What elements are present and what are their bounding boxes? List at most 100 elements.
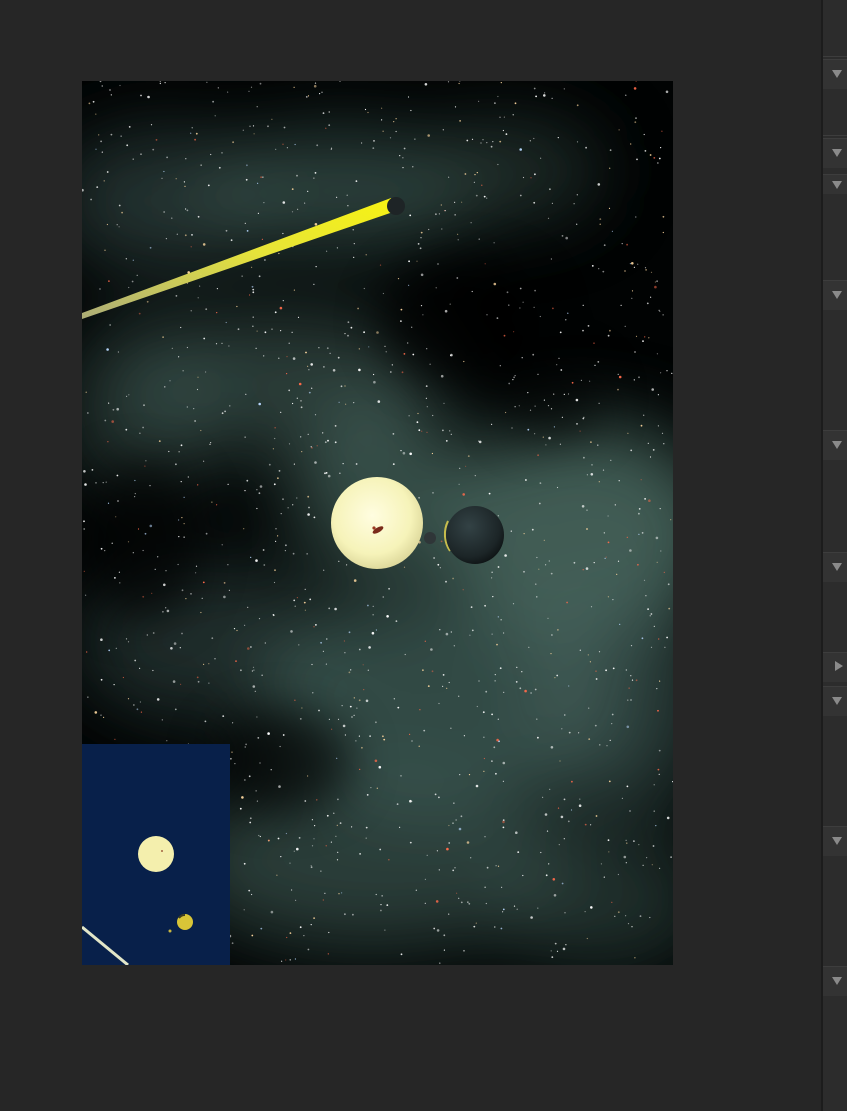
star bbox=[104, 249, 106, 251]
star bbox=[503, 116, 505, 118]
star bbox=[551, 202, 553, 204]
star bbox=[95, 148, 97, 150]
panel-section-5[interactable] bbox=[823, 430, 847, 460]
star bbox=[350, 326, 353, 329]
star bbox=[553, 393, 555, 395]
star bbox=[454, 214, 456, 216]
star bbox=[445, 440, 448, 442]
minimap[interactable] bbox=[82, 744, 230, 965]
star bbox=[289, 862, 291, 864]
star bbox=[186, 209, 189, 212]
star bbox=[150, 124, 153, 126]
star bbox=[163, 211, 165, 213]
star bbox=[561, 728, 563, 730]
star bbox=[260, 927, 263, 930]
star bbox=[303, 601, 306, 604]
star bbox=[338, 893, 340, 895]
star bbox=[627, 432, 629, 434]
star bbox=[640, 424, 643, 427]
star bbox=[544, 92, 546, 94]
star bbox=[431, 670, 434, 673]
star bbox=[536, 718, 538, 720]
star bbox=[107, 502, 110, 504]
panel-section-8[interactable] bbox=[823, 686, 847, 716]
star bbox=[384, 345, 386, 347]
star bbox=[576, 423, 578, 425]
star bbox=[450, 433, 452, 435]
star bbox=[252, 685, 256, 688]
star bbox=[561, 235, 564, 237]
star bbox=[440, 540, 443, 543]
star bbox=[408, 260, 410, 263]
star bbox=[157, 556, 159, 558]
panel-section-3[interactable] bbox=[823, 174, 847, 194]
star bbox=[284, 550, 286, 552]
star bbox=[590, 606, 593, 608]
star bbox=[425, 397, 427, 399]
star bbox=[516, 666, 518, 669]
star bbox=[304, 800, 307, 802]
star bbox=[609, 149, 612, 152]
star bbox=[367, 669, 369, 671]
star bbox=[185, 158, 187, 160]
star bbox=[165, 238, 167, 240]
star bbox=[274, 311, 277, 314]
panel-section-7[interactable] bbox=[823, 652, 847, 682]
panel-section-4[interactable] bbox=[823, 280, 847, 310]
star bbox=[399, 826, 401, 828]
star bbox=[595, 670, 597, 672]
star bbox=[590, 824, 592, 826]
star bbox=[469, 634, 471, 636]
star bbox=[630, 675, 632, 677]
small-moon-sphere[interactable] bbox=[424, 532, 436, 544]
star bbox=[664, 646, 666, 648]
star bbox=[607, 839, 610, 842]
panel-section-6[interactable] bbox=[823, 552, 847, 582]
star bbox=[582, 304, 584, 306]
star bbox=[508, 304, 510, 306]
inspector-panel bbox=[821, 0, 847, 1111]
star bbox=[244, 490, 246, 492]
panel-section-1[interactable] bbox=[823, 59, 847, 89]
star bbox=[101, 85, 103, 87]
star bbox=[513, 331, 515, 333]
star bbox=[657, 425, 660, 427]
star bbox=[457, 233, 459, 235]
comet-head[interactable] bbox=[387, 197, 405, 215]
star bbox=[293, 599, 296, 602]
star bbox=[559, 331, 562, 334]
star bbox=[286, 356, 288, 358]
star bbox=[403, 147, 406, 150]
star bbox=[364, 108, 367, 111]
star bbox=[584, 823, 587, 826]
star bbox=[347, 321, 350, 324]
star bbox=[237, 328, 240, 331]
panel-section-9[interactable] bbox=[823, 826, 847, 856]
panel-section-10[interactable] bbox=[823, 966, 847, 996]
star bbox=[513, 905, 516, 907]
star bbox=[225, 229, 228, 232]
star bbox=[327, 953, 329, 955]
star bbox=[322, 650, 324, 653]
star bbox=[641, 637, 644, 640]
star bbox=[286, 373, 288, 375]
star bbox=[545, 444, 547, 446]
minimap-canvas[interactable] bbox=[82, 744, 230, 965]
star bbox=[453, 802, 455, 804]
star bbox=[328, 718, 330, 721]
panel-section-2[interactable] bbox=[823, 138, 847, 168]
star bbox=[182, 370, 184, 372]
star bbox=[152, 148, 155, 151]
sun-sphere[interactable] bbox=[331, 477, 423, 569]
star bbox=[640, 479, 642, 481]
star bbox=[443, 402, 445, 404]
star bbox=[497, 515, 499, 517]
star bbox=[359, 768, 361, 771]
star bbox=[389, 137, 392, 139]
star bbox=[404, 653, 406, 656]
star bbox=[382, 596, 384, 598]
star bbox=[436, 850, 438, 852]
star bbox=[290, 630, 293, 633]
scene-viewport[interactable] bbox=[82, 81, 673, 965]
star bbox=[423, 729, 426, 732]
